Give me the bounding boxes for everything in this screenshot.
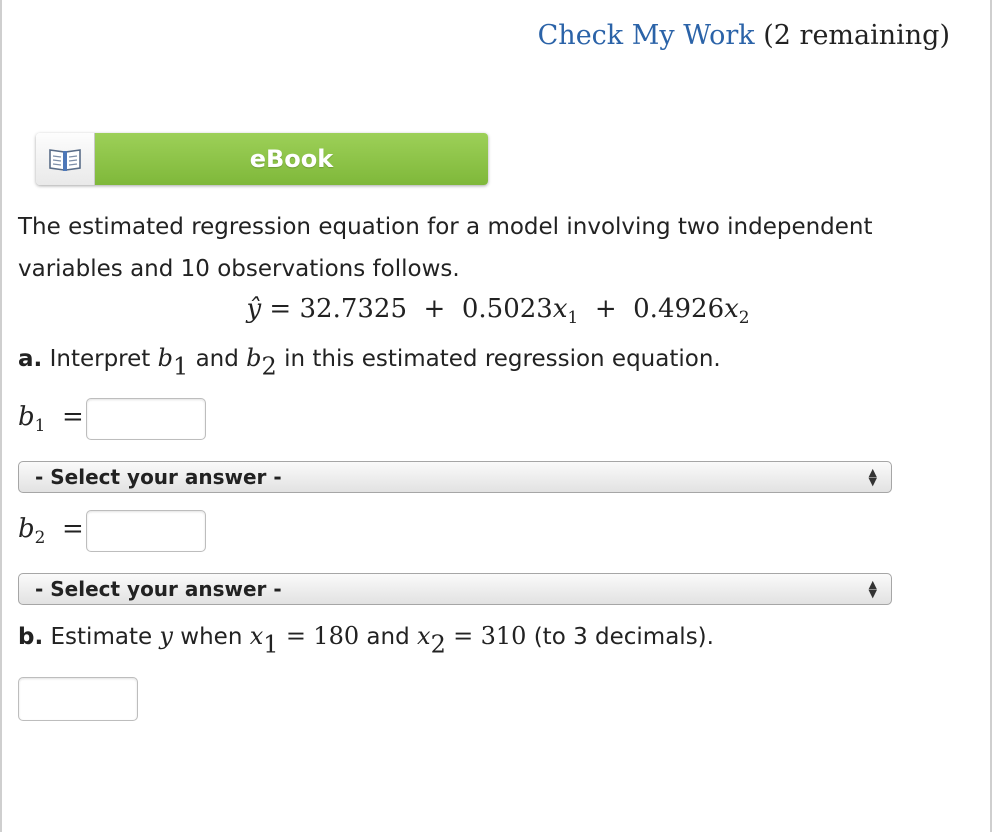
and-text: and [366,624,410,650]
x2-value: 310 [480,622,527,650]
var-x1: x [552,294,568,324]
part-a-prompt: a. Interpret b1 and b2 in this estimated… [18,344,721,380]
ebook-button[interactable]: eBook [36,133,488,185]
part-b-label: b. [18,624,44,650]
coef-x2: 0.4926 [633,294,725,324]
select-arrows-icon: ▲ ▼ [868,578,877,600]
estimate-input[interactable] [18,677,138,721]
b1-var: b [18,402,35,432]
check-my-work-link[interactable]: Check My Work [538,20,755,51]
decimals-note: (to 3 decimals). [533,624,714,650]
b2-sub: 2 [261,352,277,381]
x1-symbol: x [249,622,264,650]
select-value: - Select your answer - [35,465,282,489]
b2-var-sub: 2 [34,526,46,547]
var-x2: x [724,294,739,324]
x1-value: 180 [313,622,360,650]
when-text: when [180,624,243,650]
regression-equation: ŷ = 32.7325 + 0.5023x1 + 0.4926x2 [0,294,996,327]
ebook-label: eBook [95,133,488,185]
equals-sign: = [61,402,84,432]
equals-sign: = [269,294,292,324]
x2-sub: 2 [430,630,446,659]
y-hat: ŷ [246,294,262,324]
equals-sign: = [285,622,306,650]
b1-interpretation-select[interactable]: - Select your answer - ▲ ▼ [18,461,892,493]
b1-symbol: b [157,344,173,372]
intercept-value: 32.7325 [299,294,408,324]
b2-var: b [18,514,35,544]
x1-sub: 1 [263,630,279,659]
b1-sub: 1 [172,352,189,381]
part-b-prompt: b. Estimate y when x1 = 180 and x2 = 310… [18,622,714,658]
plus-sign: + [594,294,617,324]
b1-var-sub: 1 [34,414,46,435]
b2-label: b2 = [18,514,84,547]
equals-sign: = [61,514,84,544]
b1-input[interactable] [86,398,206,440]
and-text: and [195,346,239,372]
part-a-label: a. [18,346,43,372]
b2-input[interactable] [86,510,206,552]
x2-symbol: x [417,622,431,650]
equals-sign: = [453,622,474,650]
problem-intro: The estimated regression equation for a … [18,214,873,282]
b2-symbol: b [246,344,262,372]
y-symbol: y [159,622,173,650]
book-icon [36,133,95,185]
b2-interpretation-select[interactable]: - Select your answer - ▲ ▼ [18,573,892,605]
sub-x1: 1 [567,306,579,327]
coef-x1: 0.5023 [461,294,553,324]
select-value: - Select your answer - [35,577,282,601]
part-b-text: Estimate [50,624,153,650]
part-a-text-end: in this estimated regression equation. [284,346,721,372]
select-arrows-icon: ▲ ▼ [868,466,877,488]
remaining-count: (2 remaining) [763,20,950,51]
sub-x2: 2 [738,306,750,327]
plus-sign: + [423,294,446,324]
check-my-work: Check My Work (2 remaining) [538,20,950,51]
b1-label: b1 = [18,402,84,435]
part-a-text: Interpret [49,346,151,372]
